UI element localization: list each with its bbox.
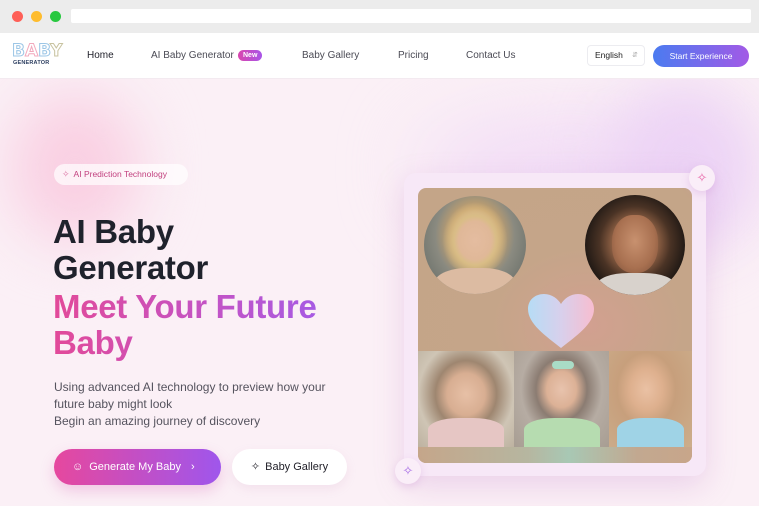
mother-face <box>442 202 508 272</box>
language-selected: English <box>595 50 623 60</box>
button-label: Generate My Baby <box>89 461 181 473</box>
tag-label: AI Prediction Technology <box>73 169 167 179</box>
logo-subtitle: GENERATOR <box>13 60 50 66</box>
collage-bottom-strip <box>418 447 692 463</box>
new-badge: New <box>238 50 263 61</box>
address-bar[interactable] <box>71 9 751 23</box>
logo-letter: B <box>12 41 26 61</box>
language-select[interactable]: English ⇵ <box>587 45 645 66</box>
nav-contact-us[interactable]: Contact Us <box>466 50 515 61</box>
hero-highlight: Meet Your Future Baby <box>53 289 363 361</box>
generate-my-baby-button[interactable]: ☺ Generate My Baby › <box>54 449 221 485</box>
page: BABY GENERATOR Home AI Baby Generator Ne… <box>0 33 759 506</box>
hero-title: AI Baby Generator <box>53 214 208 286</box>
baby-portrait-1 <box>418 351 514 447</box>
hero-highlight-line1: Meet Your Future <box>53 288 317 325</box>
mother-portrait <box>424 196 526 294</box>
sparkle-icon: ✧ <box>62 169 70 179</box>
chevron-right-icon: › <box>190 461 195 473</box>
hero-description: Using advanced AI technology to preview … <box>54 379 364 430</box>
baby-outfit <box>427 418 505 447</box>
baby-portraits <box>418 351 692 447</box>
smile-icon: ☺ <box>72 461 84 473</box>
logo[interactable]: BABY GENERATOR <box>12 41 63 71</box>
sparkle-icon: ✧ <box>395 458 421 484</box>
father-shirt <box>597 273 675 295</box>
hero-title-line1: AI Baby <box>53 213 174 250</box>
baby-gallery-button[interactable]: ✧ Baby Gallery <box>232 449 347 485</box>
baby-outfit <box>523 418 600 447</box>
baby-portrait-2 <box>514 351 609 447</box>
hero-highlight-line2: Baby <box>53 324 133 361</box>
showcase-card <box>404 173 706 476</box>
ai-prediction-tag: ✧ AI Prediction Technology <box>54 164 188 185</box>
window-minimize-button[interactable] <box>31 11 42 22</box>
description-line: future baby might look <box>54 397 173 411</box>
sparkle-icon: ✧ <box>689 165 715 191</box>
nav-pricing[interactable]: Pricing <box>398 50 429 61</box>
logo-letter: A <box>24 41 39 61</box>
browser-chrome <box>0 0 759 33</box>
window-close-button[interactable] <box>12 11 23 22</box>
nav-home[interactable]: Home <box>87 50 114 61</box>
description-line: Using advanced AI technology to preview … <box>54 380 326 394</box>
baby-headband <box>552 361 574 369</box>
nav-ai-baby-generator[interactable]: AI Baby Generator <box>151 50 234 61</box>
nav-baby-gallery[interactable]: Baby Gallery <box>302 50 359 61</box>
mother-shoulders <box>434 268 516 294</box>
sparkle-icon: ✧ <box>250 461 261 473</box>
father-face <box>612 215 658 273</box>
updown-chevron-icon: ⇵ <box>632 52 638 59</box>
baby-collage-image <box>418 188 692 463</box>
site-header: BABY GENERATOR Home AI Baby Generator Ne… <box>0 33 759 79</box>
baby-portrait-3 <box>609 351 692 447</box>
baby-outfit <box>617 418 684 447</box>
window-maximize-button[interactable] <box>50 11 61 22</box>
button-label: Baby Gallery <box>265 461 329 473</box>
hero-title-line2: Generator <box>53 249 209 286</box>
father-portrait <box>585 195 685 295</box>
start-experience-button[interactable]: Start Experience <box>653 45 749 67</box>
heart-icon <box>528 294 594 348</box>
logo-letter: Y <box>50 41 63 61</box>
logo-wordmark: BABY <box>12 41 63 61</box>
description-line: Begin an amazing journey of discovery <box>54 414 261 428</box>
logo-letter: B <box>38 41 51 61</box>
